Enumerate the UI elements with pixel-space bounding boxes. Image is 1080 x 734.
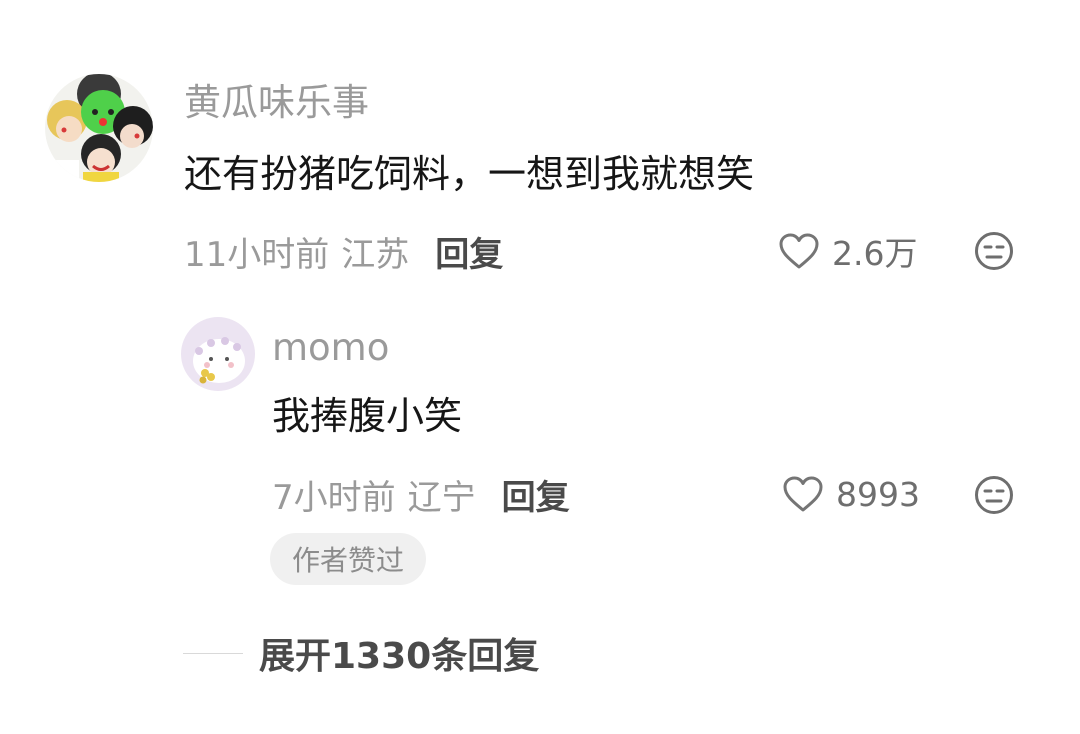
reply-like-button[interactable]: 8993 — [782, 471, 920, 517]
comment-like-count: 2.6万 — [832, 234, 918, 273]
expand-replies-button[interactable]: 展开1330条回复 — [183, 628, 539, 678]
reply-timestamp: 7小时前 — [272, 477, 396, 518]
commenter-avatar[interactable] — [45, 74, 153, 182]
reply-like-count: 8993 — [836, 474, 920, 514]
avatar-illustration — [181, 317, 255, 391]
expand-replies-label: 展开1330条回复 — [259, 636, 540, 677]
comment-like-button[interactable]: 2.6万 — [778, 228, 917, 274]
reply-username[interactable]: momo — [272, 325, 389, 371]
comment-location: 江苏 — [341, 234, 410, 275]
reply-location: 辽宁 — [407, 477, 476, 518]
meh-face-icon[interactable] — [974, 231, 1014, 271]
comment-reply-button[interactable]: 回复 — [435, 227, 503, 276]
heart-outline-icon — [782, 475, 824, 513]
comment-timestamp: 11小时前 — [184, 234, 330, 275]
commenter-username[interactable]: 黄瓜味乐事 — [184, 80, 369, 126]
avatar-illustration — [45, 74, 153, 182]
meh-face-icon[interactable] — [974, 475, 1014, 515]
comment-item: 黄瓜味乐事 还有扮猪吃饲料，一想到我就想笑 11小时前 江苏 回复 2.6万 — [0, 0, 1080, 300]
reply-meta-row: 7小时前 辽宁 回复 — [272, 470, 570, 519]
reply-text: 我捧腹小笑 — [272, 394, 463, 438]
comment-text: 还有扮猪吃饲料，一想到我就想笑 — [184, 152, 755, 196]
heart-outline-icon — [778, 232, 820, 270]
comment-meta-row: 11小时前 江苏 回复 — [184, 227, 503, 276]
reply-avatar[interactable] — [181, 317, 255, 391]
reply-reply-button[interactable]: 回复 — [502, 470, 570, 519]
reply-item: momo 我捧腹小笑 7小时前 辽宁 回复 8993 作者赞过 — [0, 300, 1080, 600]
expand-divider-line — [183, 652, 243, 654]
author-liked-badge: 作者赞过 — [270, 533, 426, 585]
